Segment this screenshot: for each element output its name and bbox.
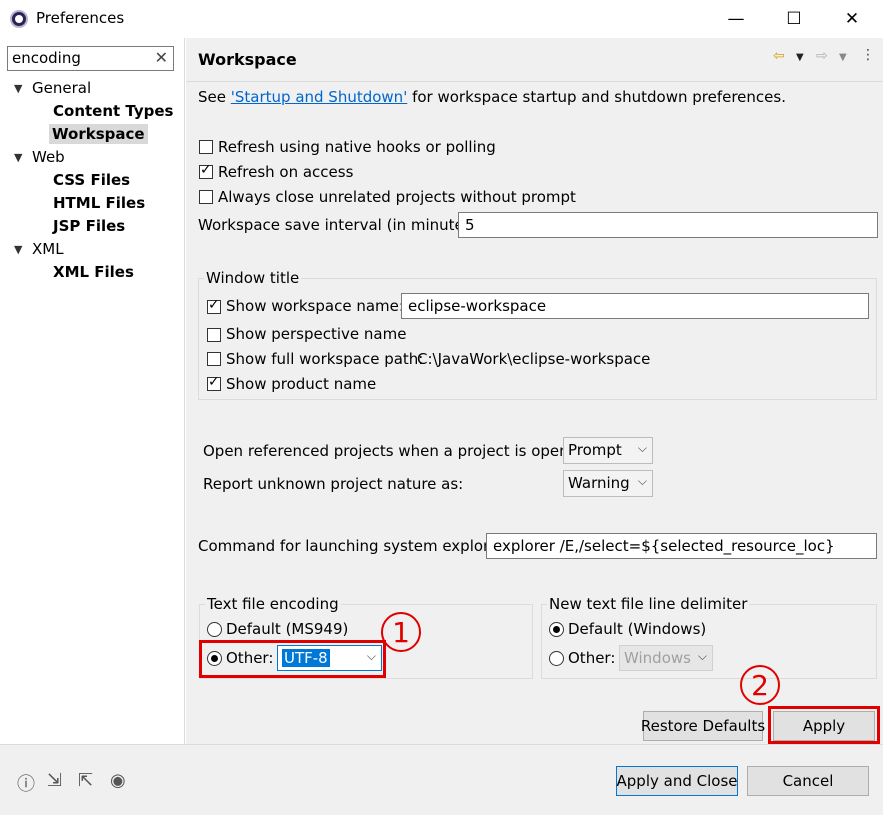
show-perspective-name-checkbox[interactable] (207, 328, 221, 342)
show-product-name-checkbox[interactable] (207, 374, 221, 391)
show-workspace-name-label: Show workspace name: (226, 297, 404, 315)
text-encoding-group-title: Text file encoding (205, 595, 341, 613)
callout-1: 1 (381, 612, 421, 652)
refresh-native-checkbox[interactable] (199, 140, 213, 154)
clear-filter-icon[interactable]: ✕ (155, 48, 168, 67)
startup-shutdown-link[interactable]: 'Startup and Shutdown' (231, 88, 408, 106)
refresh-access-label: Refresh on access (218, 163, 354, 181)
apply-button[interactable]: Apply (773, 711, 875, 741)
restore-defaults-button[interactable]: Restore Defaults (641, 711, 765, 741)
open-referenced-label: Open referenced projects when a project … (203, 442, 593, 460)
tree-item-xml-files[interactable]: XML Files (53, 263, 134, 281)
chevron-down-icon: ⌵ (697, 649, 707, 663)
default-encoding-label: Default (MS949) (226, 620, 349, 638)
tree-item-xml[interactable]: XML (32, 240, 64, 258)
chevron-down-icon: ⌵ (637, 441, 647, 455)
forward-dropdown-icon: ▼ (839, 52, 847, 63)
default-encoding-radio[interactable] (207, 622, 222, 637)
callout-2: 2 (740, 665, 780, 705)
always-close-checkbox[interactable] (199, 190, 213, 204)
chevron-down-icon: ⌵ (637, 474, 647, 488)
other-encoding-label: Other: (226, 649, 274, 667)
view-menu-icon[interactable]: ⋮ (861, 47, 875, 63)
always-close-label: Always close unrelated projects without … (218, 188, 576, 206)
collapse-arrow-icon[interactable]: ▼ (14, 151, 22, 164)
save-interval-input[interactable]: 5 (458, 212, 878, 238)
tree-item-jsp-files[interactable]: JSP Files (53, 217, 125, 235)
default-delimiter-label: Default (Windows) (568, 620, 707, 638)
collapse-arrow-icon[interactable]: ▼ (14, 82, 22, 95)
system-explorer-input[interactable]: explorer /E,/select=${selected_resource_… (486, 533, 877, 559)
other-delimiter-label: Other: (568, 649, 616, 667)
back-dropdown-icon[interactable]: ▼ (796, 52, 804, 63)
window-title: Preferences (36, 9, 125, 27)
report-unknown-combo[interactable]: Warning ⌵ (563, 470, 653, 497)
close-button[interactable]: ✕ (826, 0, 878, 38)
other-delimiter-radio[interactable] (549, 651, 564, 666)
tree-item-html-files[interactable]: HTML Files (53, 194, 145, 212)
forward-arrow-icon: ⇨ (816, 48, 828, 64)
collapse-arrow-icon[interactable]: ▼ (14, 243, 22, 256)
show-product-name-label: Show product name (226, 375, 377, 393)
chevron-down-icon: ⌵ (366, 649, 376, 663)
minimize-button[interactable]: — (710, 0, 762, 38)
import-icon[interactable]: ⇲ (47, 770, 62, 791)
export-icon[interactable]: ⇱ (78, 770, 93, 791)
system-explorer-label: Command for launching system explorer: (198, 537, 510, 555)
record-icon[interactable]: ◉ (110, 770, 126, 791)
encoding-combo[interactable]: UTF-8 ⌵ (277, 645, 382, 671)
apply-and-close-button[interactable]: Apply and Close (616, 766, 738, 796)
filter-input[interactable] (12, 49, 152, 67)
other-encoding-radio[interactable] (207, 651, 222, 666)
intro-text: See 'Startup and Shutdown' for workspace… (198, 88, 786, 106)
default-delimiter-radio[interactable] (549, 622, 564, 637)
window-title-group-title: Window title (204, 269, 302, 287)
refresh-native-label: Refresh using native hooks or polling (218, 138, 496, 156)
tree-item-css-files[interactable]: CSS Files (53, 171, 130, 189)
report-unknown-label: Report unknown project nature as: (203, 475, 464, 493)
tree-item-workspace[interactable]: Workspace (49, 124, 148, 144)
back-arrow-icon[interactable]: ⇦ (773, 48, 785, 64)
refresh-access-checkbox[interactable] (199, 162, 213, 179)
delimiter-combo: Windows ⌵ (619, 645, 713, 671)
filter-box[interactable]: ✕ (7, 46, 174, 71)
eclipse-app-icon (10, 10, 28, 28)
page-title: Workspace (198, 50, 297, 69)
show-full-path-label: Show full workspace path: (226, 350, 424, 368)
save-interval-label: Workspace save interval (in minutes): (198, 216, 483, 234)
show-full-path-checkbox[interactable] (207, 352, 221, 366)
show-workspace-name-checkbox[interactable] (207, 297, 221, 314)
tree-item-content-types[interactable]: Content Types (53, 102, 173, 120)
tree-item-web[interactable]: Web (32, 148, 65, 166)
show-perspective-name-label: Show perspective name (226, 325, 407, 343)
maximize-button[interactable]: ☐ (768, 0, 820, 38)
workspace-name-input[interactable]: eclipse-workspace (401, 293, 869, 319)
cancel-button[interactable]: Cancel (747, 766, 869, 796)
full-path-value: C:\JavaWork\eclipse-workspace (417, 350, 651, 368)
line-delimiter-group-title: New text file line delimiter (547, 595, 750, 613)
open-referenced-combo[interactable]: Prompt ⌵ (563, 437, 653, 464)
tree-item-general[interactable]: General (32, 79, 91, 97)
help-icon[interactable]: ⓘ (17, 770, 35, 796)
